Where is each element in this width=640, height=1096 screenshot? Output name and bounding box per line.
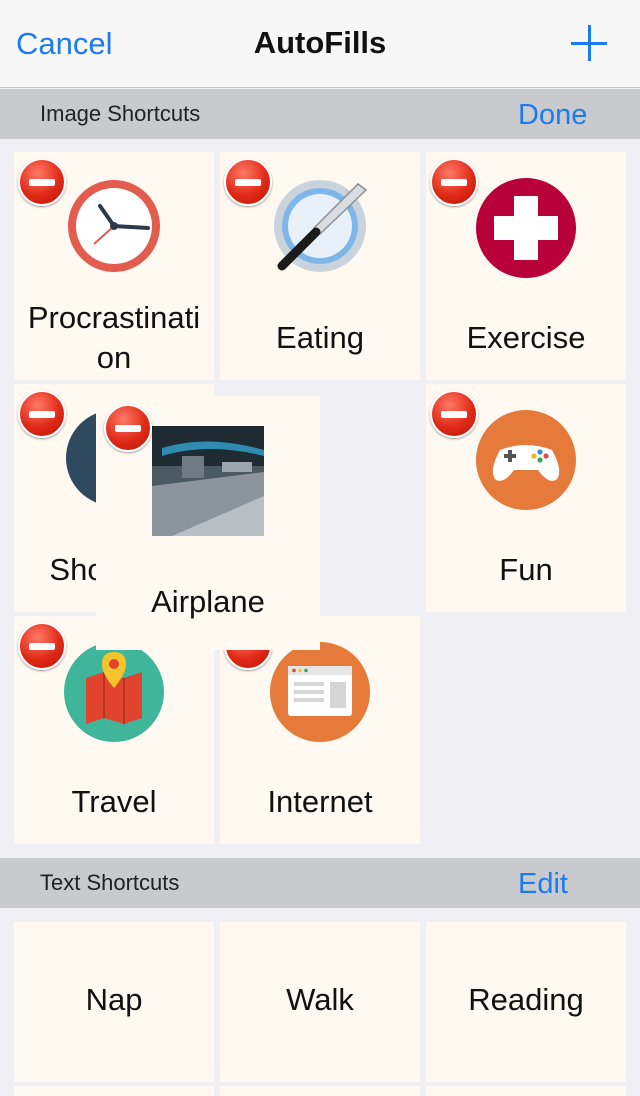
plate-knife-icon [274,180,368,272]
tile-label-line2: on [96,340,132,375]
navigation-bar: Cancel AutoFills [0,0,640,88]
text-tile[interactable] [220,1086,420,1096]
tile-label: Eating [276,320,364,355]
delete-icon[interactable] [18,622,66,670]
tile-label: Airplane [151,584,265,619]
done-button[interactable]: Done [518,99,587,132]
tile-label: Internet [267,784,373,819]
text-tile[interactable] [426,1086,626,1096]
text-shortcuts-header: Text Shortcuts Edit [0,858,640,908]
section-title: Image Shortcuts [40,101,201,126]
delete-icon[interactable] [224,158,272,206]
tile-label: Exercise [466,320,586,355]
tile-label: Nap [85,982,143,1017]
clock-icon [68,180,160,272]
delete-icon[interactable] [104,404,152,452]
medical-cross-icon [476,178,576,278]
airplane-photo [152,426,264,536]
browser-window-icon [270,642,370,742]
image-shortcuts-header: Image Shortcuts Done [0,89,640,139]
edit-button[interactable]: Edit [518,868,568,901]
delete-icon[interactable] [18,158,66,206]
page-title: AutoFills [253,25,387,60]
tile-label: Travel [71,784,157,819]
gamepad-icon [476,410,576,510]
text-tile-nap[interactable]: Nap [14,922,214,1082]
section-title: Text Shortcuts [40,870,180,895]
text-tile-walk[interactable]: Walk [220,922,420,1082]
add-icon[interactable] [568,22,612,66]
delete-icon[interactable] [430,158,478,206]
tile-label: Reading [468,982,584,1017]
map-pin-icon [64,642,164,742]
tile-label: Procrastinati [27,300,201,335]
text-tile-reading[interactable]: Reading [426,922,626,1082]
delete-icon[interactable] [430,390,478,438]
tile-label: Walk [286,982,354,1017]
text-tile[interactable] [14,1086,214,1096]
delete-icon[interactable] [18,390,66,438]
tile-label: Fun [499,552,553,587]
